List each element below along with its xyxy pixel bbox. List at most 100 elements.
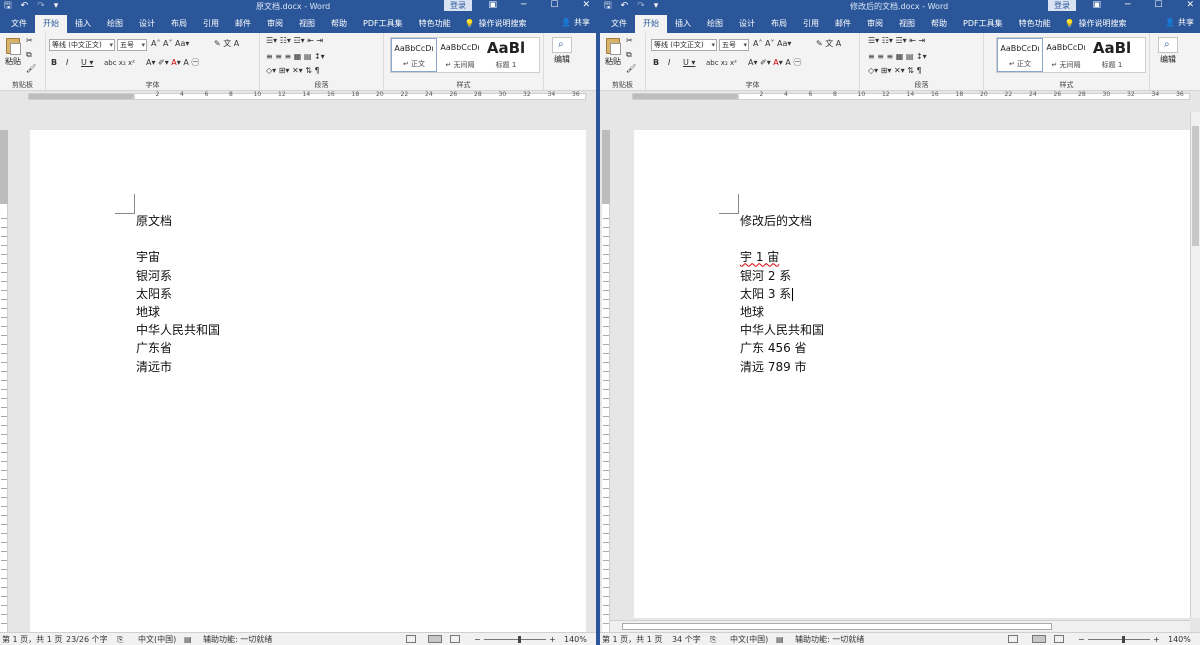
login-button[interactable]: 登录 <box>444 0 472 11</box>
grow-font-icon[interactable]: A˄ A˅ Aa▾ <box>753 38 791 50</box>
bold-button[interactable]: B <box>51 57 57 69</box>
language-indicator[interactable]: 中文(中国) <box>730 634 768 645</box>
style-normal[interactable]: AaBbCcDı ↵ 正文 <box>391 38 437 72</box>
tab-design[interactable]: 设计 <box>131 15 163 33</box>
tab-design[interactable]: 设计 <box>731 15 763 33</box>
language-indicator[interactable]: 中文(中国) <box>138 634 176 645</box>
read-mode-icon[interactable] <box>1008 635 1018 643</box>
word-count[interactable]: 34 个字 <box>672 634 701 645</box>
cut-icon[interactable]: ✂ <box>626 35 633 47</box>
tab-help[interactable]: 帮助 <box>323 15 355 33</box>
grow-font-icon[interactable]: A˄ A˅ Aa▾ <box>151 38 189 50</box>
save-icon[interactable]: 🖫 <box>4 1 12 12</box>
style-no-spacing[interactable]: AaBbCcDı ↵ 无间隔 <box>1043 38 1089 72</box>
web-layout-icon[interactable] <box>450 635 460 643</box>
underline-button[interactable]: U ▾ <box>81 57 93 69</box>
tab-view[interactable]: 视图 <box>891 15 923 33</box>
font-name-select[interactable]: 等线 (中文正文) <box>49 39 115 51</box>
tab-layout[interactable]: 布局 <box>163 15 195 33</box>
format-painter-icon[interactable]: 🖌 <box>26 63 36 75</box>
underline-button[interactable]: U ▾ <box>683 57 695 69</box>
page-count[interactable]: 第 1 页，共 1 页 <box>602 634 662 645</box>
shading-icon[interactable]: ◇▾ ⊞▾ ✕▾ ⇅ ¶ <box>868 65 922 77</box>
bullets-icon[interactable]: ☰▾ ☷▾ ☲▾ ⇤ ⇥ <box>266 35 323 47</box>
paste-button[interactable]: 粘贴 <box>603 36 623 68</box>
web-layout-icon[interactable] <box>1054 635 1064 643</box>
align-left-icon[interactable]: ≡ ≡ ≡ ▦ ▤ ↕▾ <box>266 51 325 63</box>
close-icon[interactable]: ✕ <box>1186 0 1194 11</box>
share-button[interactable]: 👤 共享 <box>1165 15 1194 31</box>
scrollbar-thumb[interactable] <box>622 623 1052 630</box>
horizontal-scrollbar[interactable] <box>610 620 1190 632</box>
print-layout-icon[interactable] <box>428 635 442 643</box>
tab-help[interactable]: 帮助 <box>923 15 955 33</box>
tab-review[interactable]: 审阅 <box>859 15 891 33</box>
format-painter-icon[interactable]: 🖌 <box>626 63 636 75</box>
strikethrough-button[interactable]: abc x₂ x² <box>104 57 135 69</box>
tab-draw[interactable]: 绘图 <box>99 15 131 33</box>
style-heading-1[interactable]: AaBl 标题 1 <box>483 38 529 72</box>
maximize-icon[interactable]: ☐ <box>1154 0 1162 11</box>
page-count[interactable]: 第 1 页，共 1 页 <box>2 634 62 645</box>
ribbon-display-icon[interactable]: ▣ <box>1092 0 1101 11</box>
close-icon[interactable]: ✕ <box>582 0 590 11</box>
undo-icon[interactable]: ↶ <box>21 1 29 12</box>
document-page[interactable]: 修改后的文档 宇 1 宙 银河 2 系 太阳 3 系 地球 中华人民共和国 广东… <box>634 130 1190 618</box>
accessibility-status[interactable]: 辅助功能: 一切就绪 <box>795 634 864 645</box>
tab-layout[interactable]: 布局 <box>763 15 795 33</box>
tab-view[interactable]: 视图 <box>291 15 323 33</box>
copy-icon[interactable]: ⧉ <box>626 49 632 61</box>
minimize-icon[interactable]: ─ <box>521 0 526 11</box>
undo-icon[interactable]: ↶ <box>621 1 629 12</box>
tab-pdf-tools[interactable]: PDF工具集 <box>355 15 411 33</box>
vertical-ruler[interactable] <box>0 130 8 632</box>
shading-icon[interactable]: ◇▾ ⊞▾ ✕▾ ⇅ ¶ <box>266 65 320 77</box>
zoom-out-icon[interactable]: − <box>1078 634 1085 645</box>
qat-dropdown-icon[interactable]: ▾ <box>54 1 59 12</box>
align-left-icon[interactable]: ≡ ≡ ≡ ▦ ▤ ↕▾ <box>868 51 927 63</box>
zoom-level[interactable]: 140% <box>564 634 587 645</box>
qat-dropdown-icon[interactable]: ▾ <box>654 1 659 12</box>
tab-file[interactable]: 文件 <box>3 15 35 33</box>
style-no-spacing[interactable]: AaBbCcDı ↵ 无间隔 <box>437 38 483 72</box>
word-count[interactable]: 23/26 个字 <box>66 634 108 645</box>
horizontal-ruler[interactable]: 2 4 6 8 10 12 14 16 18 20 22 24 26 28 30 32 34 36 <box>600 91 1200 101</box>
tab-insert[interactable]: 插入 <box>67 15 99 33</box>
font-size-select[interactable]: 五号 <box>719 39 749 51</box>
clear-format-icon[interactable]: ✎ 文 A <box>816 38 841 50</box>
font-name-select[interactable]: 等线 (中文正文) <box>651 39 717 51</box>
proofing-icon[interactable]: ⎘ <box>710 634 716 645</box>
ribbon-display-icon[interactable]: ▣ <box>488 0 497 11</box>
copy-icon[interactable]: ⧉ <box>26 49 32 61</box>
redo-icon[interactable]: ↷ <box>37 1 45 12</box>
tab-mailings[interactable]: 邮件 <box>827 15 859 33</box>
zoom-slider[interactable] <box>1088 639 1150 640</box>
document-text[interactable]: 修改后的文档 宇 1 宙 银河 2 系 太阳 3 系 地球 中华人民共和国 广东… <box>740 212 824 376</box>
tab-features[interactable]: 特色功能 <box>411 15 459 33</box>
print-layout-icon[interactable] <box>1032 635 1046 643</box>
editing-button[interactable]: ⌕ 编辑 <box>551 37 573 65</box>
zoom-in-icon[interactable]: + <box>549 634 556 645</box>
zoom-slider-thumb[interactable] <box>1122 636 1125 643</box>
maximize-icon[interactable]: ☐ <box>550 0 558 11</box>
tab-file[interactable]: 文件 <box>603 15 635 33</box>
tab-references[interactable]: 引用 <box>195 15 227 33</box>
text-effects-icon[interactable]: A▾ ✐▾ A▾ A ㊀ <box>146 57 199 69</box>
italic-button[interactable]: I <box>66 57 68 69</box>
tab-review[interactable]: 审阅 <box>259 15 291 33</box>
tell-me-search[interactable]: 💡 操作说明搜索 <box>1059 15 1133 33</box>
editing-button[interactable]: ⌕ 编辑 <box>1157 37 1179 65</box>
accessibility-status[interactable]: 辅助功能: 一切就绪 <box>203 634 272 645</box>
zoom-slider-thumb[interactable] <box>518 636 521 643</box>
italic-button[interactable]: I <box>668 57 670 69</box>
tab-draw[interactable]: 绘图 <box>699 15 731 33</box>
font-size-select[interactable]: 五号 <box>117 39 147 51</box>
style-normal[interactable]: AaBbCcDı ↵ 正文 <box>997 38 1043 72</box>
tab-home[interactable]: 开始 <box>35 15 67 33</box>
zoom-slider[interactable] <box>484 639 546 640</box>
horizontal-ruler[interactable]: 2 4 6 8 10 12 14 16 18 20 22 24 26 28 30 32 34 36 <box>0 91 596 101</box>
document-page[interactable]: 原文档 宇宙 银河系 太阳系 地球 中华人民共和国 广东省 清远市 <box>30 130 586 632</box>
redo-icon[interactable]: ↷ <box>637 1 645 12</box>
save-icon[interactable]: 🖫 <box>604 1 612 12</box>
tab-pdf-tools[interactable]: PDF工具集 <box>955 15 1011 33</box>
